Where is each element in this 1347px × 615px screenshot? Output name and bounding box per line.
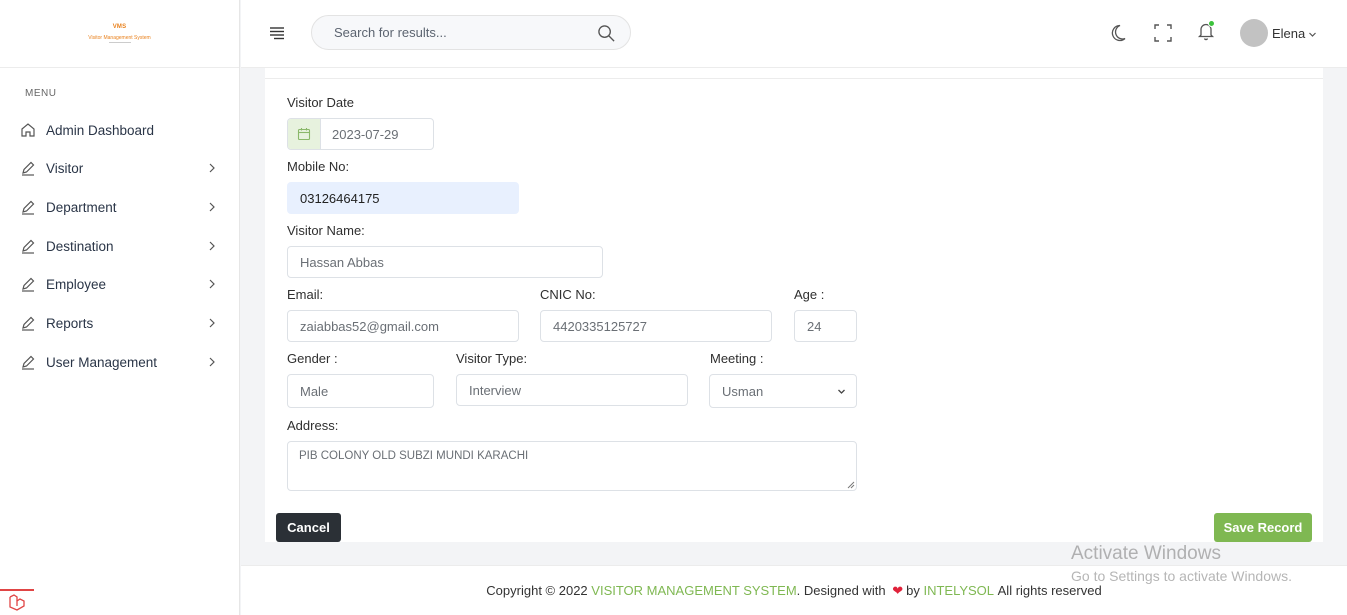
cancel-button[interactable]: Cancel [276,513,341,542]
search-icon[interactable] [597,24,616,43]
sidebar-item-label: Visitor [46,160,84,176]
edit-icon [20,315,36,331]
calendar-icon[interactable] [288,119,321,149]
avatar[interactable] [1240,19,1268,47]
address-textarea[interactable]: PIB COLONY OLD SUBZI MUNDI KARACHI [287,441,857,491]
chevron-down-icon [838,389,845,394]
visitor-name-label: Visitor Name: [287,223,365,238]
visitor-type-label: Visitor Type: [456,351,528,366]
chevron-right-icon [209,241,215,251]
sidebar: VMS Visitor Management System MENU Admin… [0,0,240,615]
meeting-label: Meeting : [710,351,764,366]
sidebar-item-label: Admin Dashboard [46,122,155,138]
sidebar-item-label: User Management [46,354,158,370]
email-label: Email: [287,287,324,302]
sidebar-item-reports[interactable]: Reports [20,311,220,335]
visitor-type-field[interactable]: Interview [456,374,688,406]
user-name[interactable]: Elena [1272,26,1305,41]
chevron-right-icon [209,202,215,212]
card-header-strip [265,68,1323,78]
gender-label: Gender : [287,351,338,366]
chevron-right-icon [209,318,215,328]
edit-icon [20,199,36,215]
address-label: Address: [287,418,339,433]
footer-company-link[interactable]: INTELYSOL [923,583,994,598]
logo-title: VMS [112,24,127,30]
search-input[interactable]: Search for results... [334,25,447,40]
age-field[interactable]: 24 [794,310,857,342]
chevron-right-icon [209,357,215,367]
sidebar-item-label: Reports [46,315,94,331]
search-bar[interactable]: Search for results... [311,15,631,50]
save-record-button[interactable]: Save Record [1214,513,1312,542]
sidebar-item-label: Destination [46,238,114,254]
topbar: Search for results... Elena [241,0,1347,68]
mobile-label: Mobile No: [287,159,350,174]
visitor-date-label: Visitor Date [287,95,354,110]
logo-subtitle: Visitor Management System [88,35,151,41]
sidebar-item-employee[interactable]: Employee [20,272,220,296]
sidebar-item-label: Employee [46,276,107,292]
mobile-field[interactable]: 03126464175 [287,182,519,214]
footer-by: by [906,583,920,598]
sidebar-item-destination[interactable]: Destination [20,234,220,258]
windows-activation-title: Activate Windows [1071,543,1221,564]
fullscreen-icon[interactable] [1153,22,1173,44]
menu-toggle-icon[interactable] [269,26,285,40]
edit-icon [20,238,36,254]
sidebar-item-user-management[interactable]: User Management [20,350,220,374]
logo-area[interactable]: VMS Visitor Management System [0,0,239,68]
email-field[interactable]: zaiabbas52@gmail.com [287,310,519,342]
notification-bell-icon[interactable] [1196,20,1216,42]
resize-handle-icon[interactable] [846,480,855,489]
address-value: PIB COLONY OLD SUBZI MUNDI KARACHI [299,450,529,462]
windows-activation-subtitle: Go to Settings to activate Windows. [1071,568,1292,584]
visitor-name-field[interactable]: Hassan Abbas [287,246,603,278]
age-label: Age : [794,287,825,302]
chevron-right-icon [209,279,215,289]
logo[interactable]: VMS Visitor Management System [85,24,155,43]
meeting-select[interactable]: Usman [709,374,857,408]
heart-icon: ❤ [892,582,904,598]
sidebar-item-department[interactable]: Department [20,195,220,219]
footer-copyright: Copyright © 2022 [486,583,588,598]
chevron-right-icon [209,163,215,173]
visitor-date-value[interactable]: 2023-07-29 [321,119,433,149]
sidebar-item-label: Department [46,199,117,215]
edit-icon [20,160,36,176]
dark-mode-moon-icon[interactable] [1111,22,1131,44]
footer-system-link[interactable]: VISITOR MANAGEMENT SYSTEM [591,583,796,598]
meeting-selected-value: Usman [722,383,764,399]
chevron-down-icon[interactable] [1308,30,1317,39]
cnic-label: CNIC No: [540,287,596,302]
sidebar-item-visitor[interactable]: Visitor [20,156,220,180]
logo-underline [108,42,131,43]
visitor-date-field[interactable]: 2023-07-29 [287,118,434,150]
footer-rights: All rights reserved [997,583,1102,598]
laravel-debug-icon[interactable] [0,589,34,615]
gender-field[interactable]: Male [287,374,434,408]
menu-title: MENU [25,88,57,99]
cnic-field[interactable]: 4420335125727 [540,310,772,342]
footer-designed-with: . Designed with [796,583,886,598]
edit-icon [20,276,36,292]
edit-icon [20,354,36,370]
home-icon [20,122,36,138]
sidebar-item-admin-dashboard[interactable]: Admin Dashboard [20,118,220,142]
